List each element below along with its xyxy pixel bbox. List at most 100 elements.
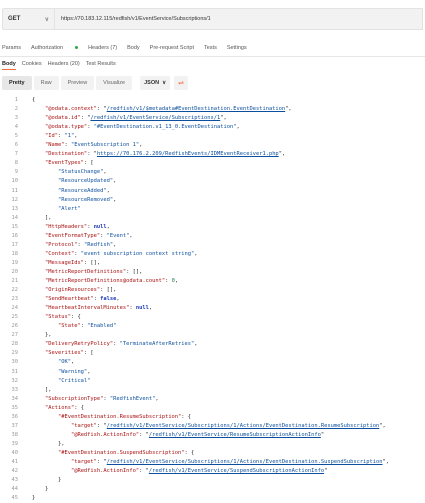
code-line: 12 "ResourceRemoved", (0, 197, 425, 204)
line-number: 23 (11, 296, 19, 303)
line-number: 13 (11, 205, 19, 212)
tab-response-headers[interactable]: Headers (20) (48, 61, 80, 67)
line-number: 11 (11, 187, 19, 194)
code-line: 18 "Context": "event subscription contex… (0, 251, 425, 258)
preview-button[interactable]: Preview (60, 76, 95, 90)
code-text: "target": "/redfish/v1/EventService/Subs… (70, 422, 386, 429)
line-number: 18 (11, 250, 19, 257)
auth-status-dot-icon (75, 46, 79, 50)
code-text: "MessageIds": [], (44, 259, 101, 266)
response-tabs: Body Cookies Headers (20) Test Results (2, 58, 122, 70)
code-line: 28 "DeliveryRetryPolicy": "TerminateAfte… (0, 341, 425, 348)
code-line: 13 "Alert" (0, 206, 425, 213)
line-number: 41 (11, 459, 19, 465)
tab-response-body[interactable]: Body (2, 61, 16, 70)
code-text: "State": "Enabled" (57, 323, 117, 330)
code-line: 34 "SubscriptionType": "RedfishEvent", (0, 396, 425, 403)
tab-authorization[interactable]: Authorization (30, 45, 79, 51)
code-line: 1{ (0, 97, 425, 104)
code-line: 35 "Actions": { (0, 405, 425, 412)
code-text: } (32, 477, 62, 484)
code-text: "MetricReportDefinitions": [], (44, 268, 143, 275)
code-text: "SubscriptionType": "RedfishEvent", (44, 395, 159, 402)
code-text: { (32, 97, 36, 103)
visualize-button[interactable]: Visualize (96, 76, 133, 90)
line-number: 36 (11, 413, 19, 420)
code-line: 29 "Severities": [ (0, 350, 425, 357)
method-select[interactable]: GET ∨ (2, 8, 55, 30)
line-number: 10 (11, 178, 19, 185)
tab-params[interactable]: Params (2, 45, 21, 51)
code-text: }, (32, 440, 65, 447)
tab-settings[interactable]: Settings (227, 45, 247, 51)
code-text: "Critical" (57, 377, 91, 384)
code-text: "Warning", (57, 368, 91, 375)
code-line: 17 "Protocol": "Redfish", (0, 242, 425, 249)
tab-headers[interactable]: Headers (7) (88, 45, 117, 51)
code-text: "StatusChange", (57, 169, 107, 176)
code-text: "HttpHeaders": null, (44, 223, 110, 230)
code-text: } (32, 486, 49, 493)
code-line: 39 }, (0, 441, 425, 448)
line-number: 19 (11, 259, 19, 266)
code-text: "Name": "EventSubscription 1", (44, 142, 143, 149)
code-line: 40 "#EventDestination.SuspendSubscriptio… (0, 450, 425, 457)
code-text: "Id": "1", (44, 133, 78, 140)
code-text: "ResourceRemoved", (57, 196, 117, 203)
line-number: 1 (14, 97, 18, 103)
line-number: 6 (14, 142, 18, 149)
code-line: 9 "StatusChange", (0, 169, 425, 176)
code-line: 45} (0, 495, 425, 502)
line-number: 27 (11, 332, 19, 339)
url-input[interactable]: https://70.183.12.115/redfish/v1/EventSe… (55, 8, 423, 30)
code-line: 41 "target": "/redfish/v1/EventService/S… (0, 459, 425, 466)
line-number: 15 (11, 223, 19, 230)
line-number: 12 (11, 196, 19, 203)
line-number: 45 (11, 495, 19, 502)
code-text: "#EventDestination.SuspendSubscription":… (57, 449, 195, 456)
response-body-code[interactable]: 1{2 "@odata.context": "/redfish/v1/$meta… (0, 93, 425, 503)
line-number: 9 (14, 169, 18, 176)
code-line: 23 "SendHeartbeat": false, (0, 296, 425, 303)
code-line: 37 "target": "/redfish/v1/EventService/S… (0, 423, 425, 430)
line-number: 33 (11, 386, 19, 393)
pretty-button[interactable]: Pretty (2, 76, 32, 90)
code-line: 21 "MetricReportDefinitions@odata.count"… (0, 278, 425, 285)
tab-tests[interactable]: Tests (204, 45, 217, 51)
code-line: 2 "@odata.context": "/redfish/v1/$metada… (0, 106, 425, 113)
line-number: 42 (11, 468, 19, 475)
line-number: 43 (11, 477, 19, 484)
code-line: 14 ], (0, 215, 425, 222)
line-number: 5 (14, 133, 18, 140)
code-line: 20 "MetricReportDefinitions": [], (0, 269, 425, 276)
code-text: "target": "/redfish/v1/EventService/Subs… (70, 459, 390, 465)
code-line: 26 "State": "Enabled" (0, 323, 425, 330)
code-text: "DeliveryRetryPolicy": "TerminateAfterRe… (44, 341, 198, 348)
code-line: 38 "@Redfish.ActionInfo": "/redfish/v1/E… (0, 432, 425, 439)
tab-pre-request-script[interactable]: Pre-request Script (150, 45, 194, 51)
method-label: GET (8, 16, 21, 22)
code-line: 33 ], (0, 387, 425, 394)
code-text: "MetricReportDefinitions@odata.count": 0… (44, 278, 179, 284)
raw-button[interactable]: Raw (33, 76, 59, 90)
request-tabs: Params Authorization Headers (7) Body Pr… (2, 42, 257, 54)
code-text: "ResourceUpdated", (57, 178, 117, 185)
chevron-down-icon: ∨ (162, 80, 167, 86)
wrap-lines-button[interactable]: ⇌ (174, 76, 189, 90)
line-number: 17 (11, 241, 19, 248)
code-text: "OriginResources": [], (44, 287, 117, 294)
code-text: "HeartbeatIntervalMinutes": null, (44, 305, 153, 312)
tab-authorization-label: Authorization (30, 45, 64, 51)
divider (0, 56, 425, 57)
code-line: 4 "@odata.type": "#EventDestination.v1_1… (0, 124, 425, 131)
code-line: 10 "ResourceUpdated", (0, 178, 425, 185)
tab-cookies[interactable]: Cookies (22, 61, 42, 67)
tab-body[interactable]: Body (127, 45, 140, 51)
code-text: ], (32, 386, 52, 393)
code-line: 5 "Id": "1", (0, 133, 425, 140)
line-number: 14 (11, 214, 19, 221)
tab-test-results[interactable]: Test Results (86, 61, 116, 67)
code-line: 44 } (0, 486, 425, 493)
format-select[interactable]: JSON ∨ (140, 76, 171, 90)
code-line: 15 "HttpHeaders": null, (0, 224, 425, 231)
